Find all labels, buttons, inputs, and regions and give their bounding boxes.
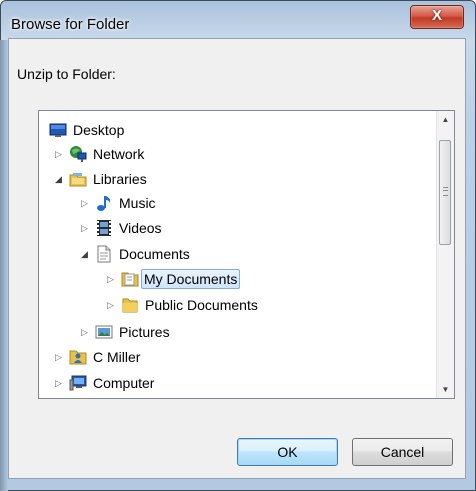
tree-item-videos[interactable]: ▷ Videos: [81, 217, 421, 239]
scroll-down-arrow-icon[interactable]: ▼: [437, 381, 454, 398]
tree-item-desktop[interactable]: Desktop: [45, 119, 425, 141]
grip-icon: [443, 187, 448, 196]
tree-item-public-documents[interactable]: ▷ Public Documents: [107, 294, 407, 316]
close-icon: X: [431, 7, 442, 24]
desktop-icon: [49, 121, 67, 139]
folder-icon: [121, 270, 139, 288]
tree-item-computer[interactable]: ▷ Computer: [55, 372, 425, 394]
tree-item-label: Computer: [93, 375, 155, 391]
tree-item-music[interactable]: ▷ Music: [81, 192, 421, 214]
expand-arrow-icon[interactable]: ▷: [81, 197, 91, 209]
cancel-button[interactable]: Cancel: [352, 438, 453, 466]
expand-arrow-icon[interactable]: ▷: [55, 377, 65, 389]
expand-arrow-icon[interactable]: ▷: [55, 351, 65, 363]
tree-item-documents[interactable]: ◢ Documents: [81, 243, 421, 265]
expand-arrow-icon[interactable]: ▷: [81, 326, 91, 338]
vertical-scrollbar[interactable]: ▲ ▼: [436, 111, 454, 398]
scrollbar-thumb[interactable]: [439, 140, 451, 245]
collapse-arrow-icon[interactable]: ◢: [55, 173, 65, 185]
tree-item-label: My Documents: [141, 269, 241, 289]
tree-item-label: Pictures: [119, 324, 170, 340]
prompt-label: Unzip to Folder:: [17, 66, 116, 82]
tree-item-label: Desktop: [73, 122, 125, 138]
window-title: Browse for Folder: [11, 16, 130, 33]
expand-arrow-icon[interactable]: ▷: [107, 273, 117, 285]
tree-item-c-miller[interactable]: ▷ C Miller: [55, 346, 425, 368]
tree-item-label: Documents: [119, 246, 190, 262]
tree-item-my-documents[interactable]: ▷ My Documents: [107, 268, 407, 290]
tree-item-libraries[interactable]: ◢ Libraries: [55, 168, 425, 190]
videos-icon: [95, 219, 113, 237]
tree-item-label: Network: [93, 146, 145, 162]
folder-icon: [121, 296, 139, 314]
expand-arrow-icon[interactable]: ▷: [107, 299, 117, 311]
tree-item-label: Libraries: [93, 171, 147, 187]
expand-arrow-icon[interactable]: ▷: [81, 222, 91, 234]
pictures-icon: [95, 323, 113, 341]
computer-icon: [69, 374, 87, 392]
tree-item-label: C Miller: [93, 349, 141, 365]
scroll-up-arrow-icon[interactable]: ▲: [437, 111, 454, 128]
libraries-icon: [69, 170, 87, 188]
user-folder-icon: [69, 348, 87, 366]
tree-item-network[interactable]: ▷ Network: [55, 143, 425, 165]
close-button[interactable]: X: [410, 5, 464, 29]
tree-item-pictures[interactable]: ▷ Pictures: [81, 321, 421, 343]
expand-arrow-icon[interactable]: ▷: [55, 148, 65, 160]
window-left-border: [0, 40, 8, 491]
network-icon: [69, 145, 87, 163]
ok-button[interactable]: OK: [237, 438, 338, 466]
folder-tree[interactable]: Desktop ▷ Network ◢ Libraries ▷ Music ▷ …: [38, 110, 455, 399]
collapse-arrow-icon[interactable]: ◢: [81, 248, 91, 260]
title-bar[interactable]: Browse for Folder X: [0, 0, 474, 40]
tree-item-label: Public Documents: [145, 297, 258, 313]
documents-icon: [95, 245, 113, 263]
tree-item-label: Videos: [119, 220, 162, 236]
tree-item-label: Music: [119, 195, 156, 211]
music-icon: [95, 194, 113, 212]
